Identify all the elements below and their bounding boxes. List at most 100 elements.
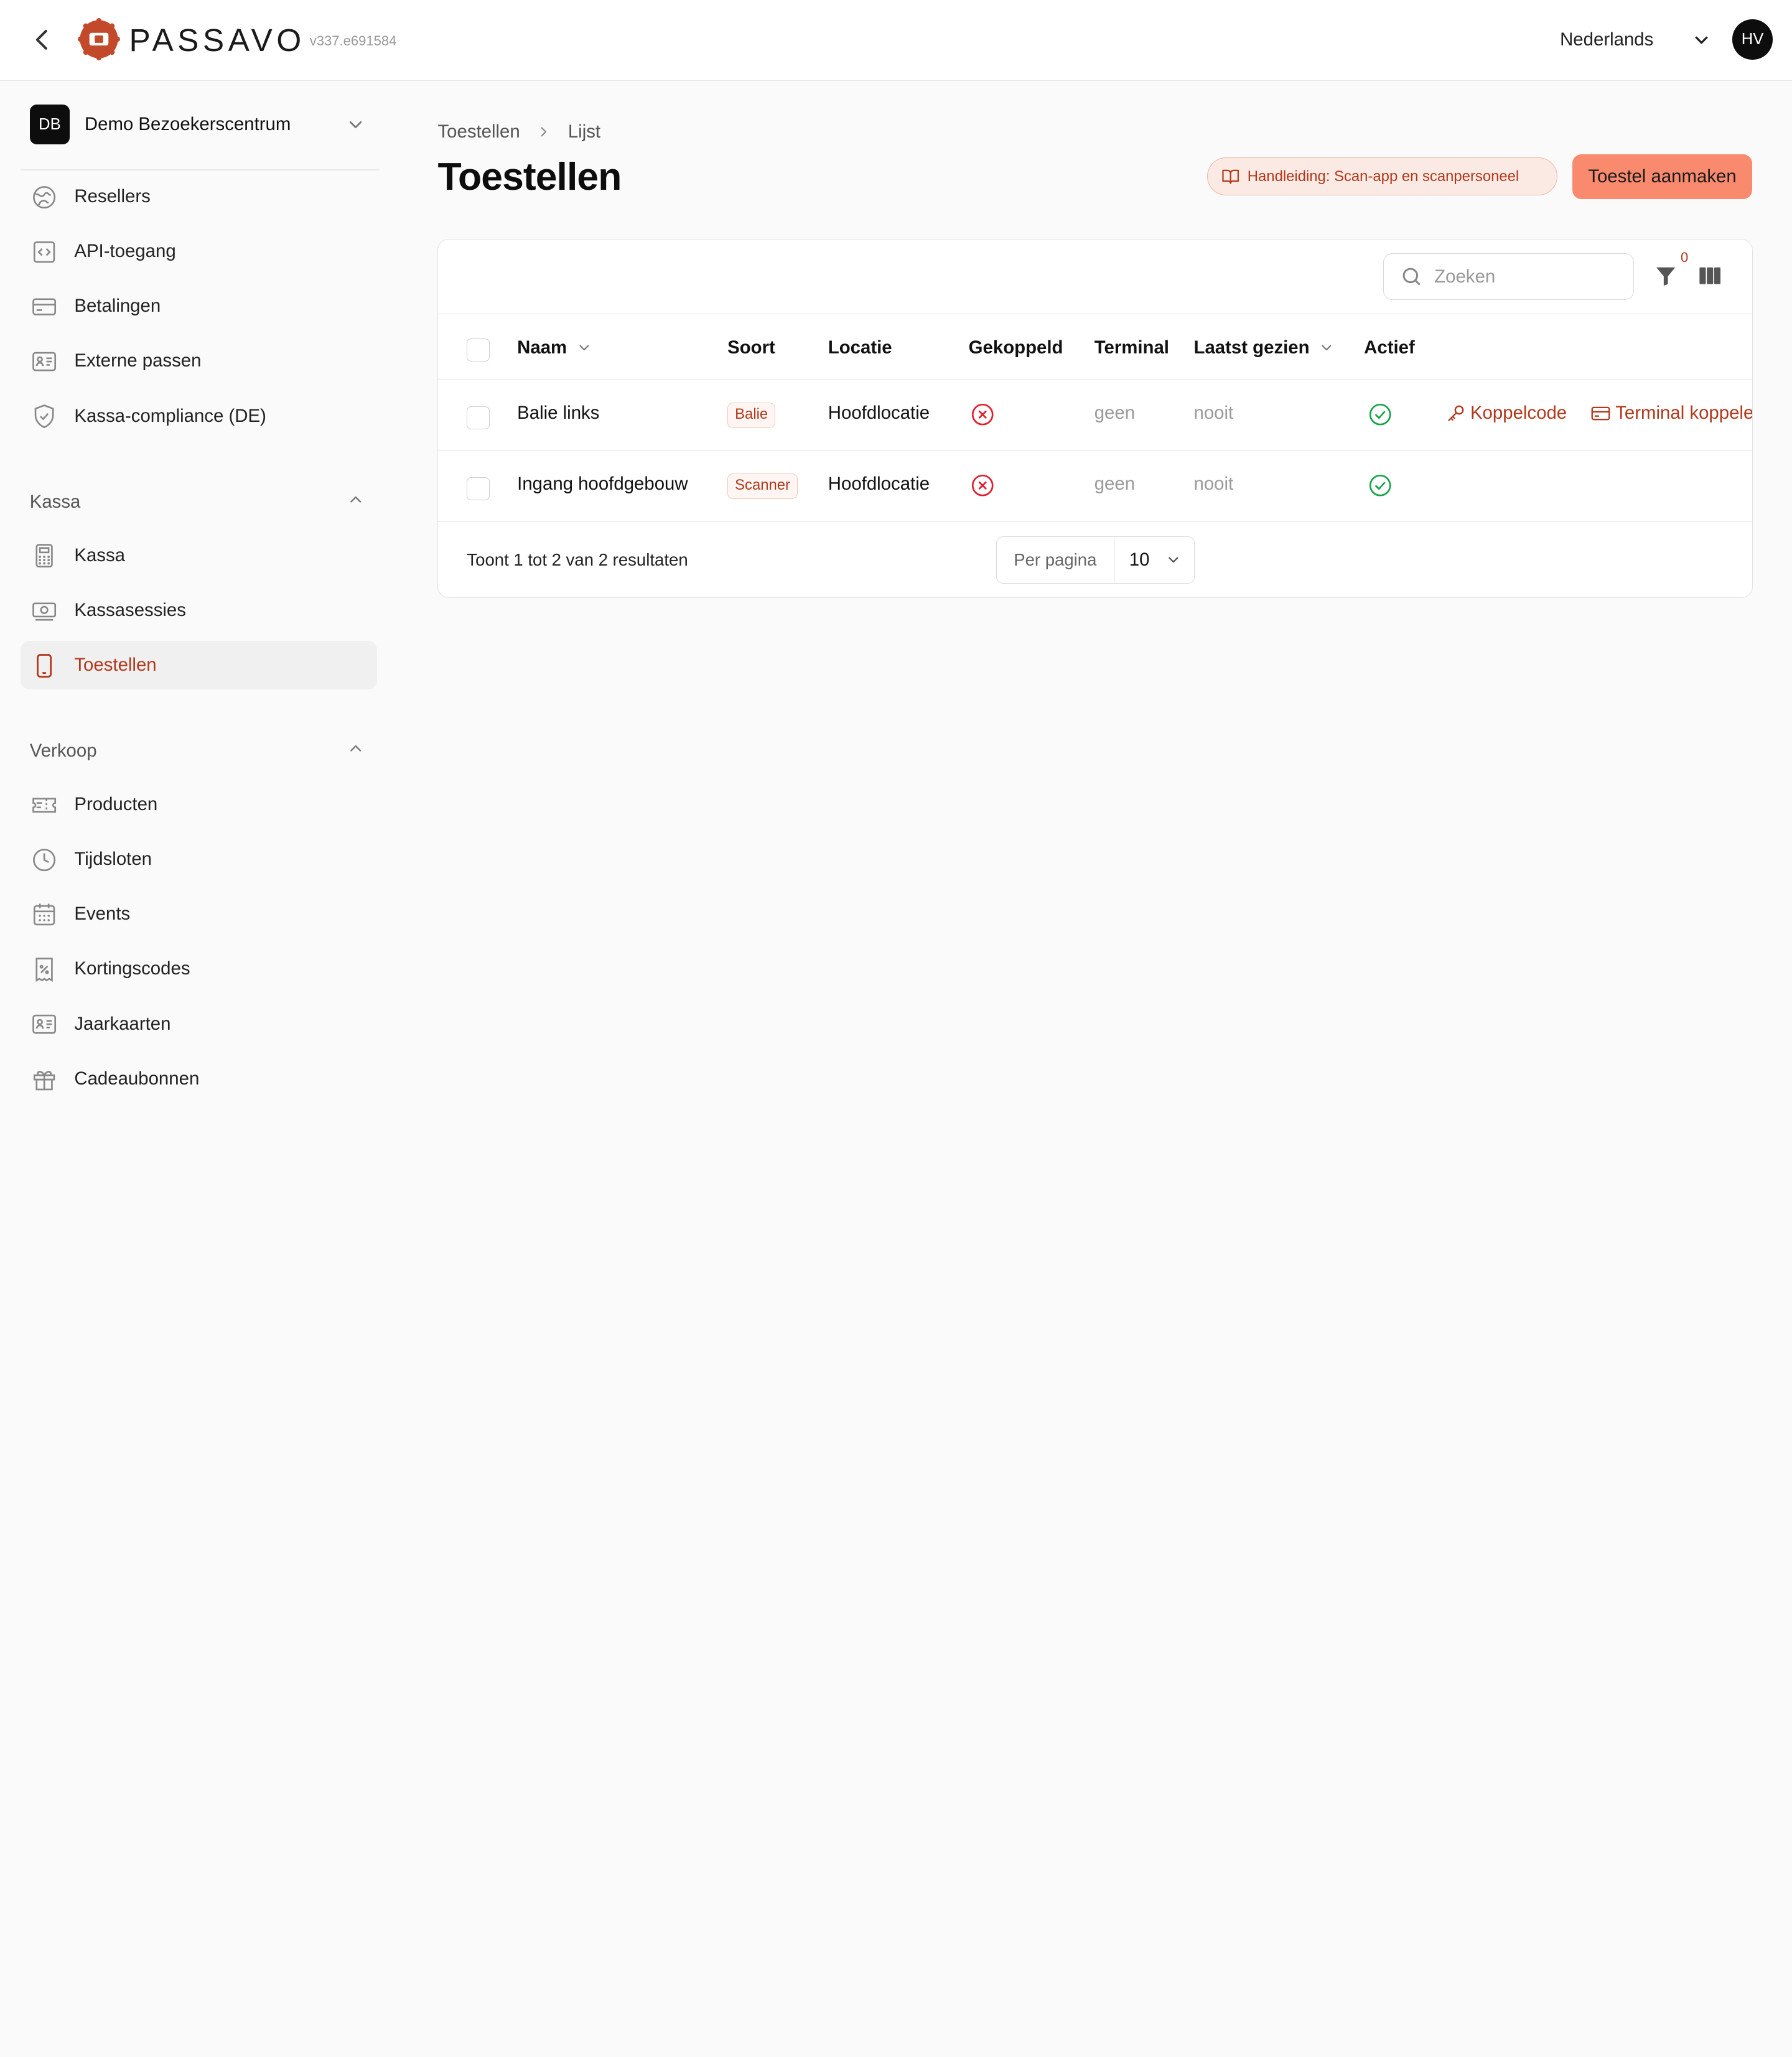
- terminal-koppelen-link[interactable]: Terminal koppelen: [1590, 403, 1752, 424]
- chevron-down-icon[interactable]: [1318, 340, 1335, 356]
- column-header-naam[interactable]: Naam: [517, 337, 592, 358]
- calculator-icon: [35, 544, 53, 568]
- column-label: Naam: [517, 337, 567, 358]
- devices-table-card: Zoeken 0 Naam Soort Locatie Gekoppeld Te…: [437, 238, 1753, 598]
- id-card-icon: [32, 1015, 56, 1034]
- sidebar-item-label: Kassa-compliance (DE): [74, 405, 266, 426]
- sidebar-item-label: Kassasessies: [74, 599, 186, 620]
- filter-count-badge: 0: [1680, 250, 1689, 266]
- koppelcode-link[interactable]: Koppelcode: [1445, 403, 1567, 424]
- cell-naam[interactable]: Ingang hoofdgebouw: [517, 473, 688, 495]
- per-page-value: 10: [1129, 549, 1150, 571]
- guide-link-button[interactable]: Handleiding: Scan-app en scanpersoneel: [1206, 157, 1558, 196]
- phone-icon: [36, 653, 52, 678]
- sidebar-item-label: Resellers: [74, 185, 151, 207]
- row-checkbox[interactable]: [467, 477, 490, 500]
- organization-switcher[interactable]: DB Demo Bezoekerscentrum: [29, 104, 380, 145]
- column-label: Soort: [727, 337, 775, 358]
- passavo-logo-icon[interactable]: [77, 18, 120, 61]
- breadcrumb: Toestellen Lijst: [437, 121, 600, 142]
- sidebar-item-label: Cadeaubonnen: [74, 1068, 200, 1089]
- sidebar: DB Demo Bezoekerscentrum Resellers API-t…: [0, 81, 400, 1120]
- sidebar-item-kassa-compliance[interactable]: Kassa-compliance (DE): [21, 392, 377, 440]
- sidebar-item-kassa[interactable]: Kassa: [21, 531, 377, 579]
- back-arrow-icon[interactable]: [27, 25, 57, 55]
- language-selector[interactable]: Nederlands: [1560, 27, 1653, 52]
- columns-icon[interactable]: [1697, 263, 1722, 288]
- gift-icon: [33, 1070, 55, 1090]
- table-row[interactable]: Balie links Balie Hoofdlocatie geen nooi…: [438, 380, 1753, 451]
- cell-naam[interactable]: Balie links: [517, 403, 599, 424]
- cell-locatie: Hoofdlocatie: [828, 473, 930, 495]
- search-input[interactable]: Zoeken: [1383, 253, 1634, 301]
- search-placeholder: Zoeken: [1434, 266, 1496, 287]
- per-page-dropdown[interactable]: 10: [1114, 537, 1194, 582]
- sidebar-item-kassasessies[interactable]: Kassasessies: [21, 586, 377, 634]
- sidebar-item-toestellen[interactable]: Toestellen: [21, 641, 378, 689]
- column-label: Gekoppeld: [968, 337, 1063, 358]
- top-header: PASSAVO v337.e691584 Nederlands HV: [0, 0, 1792, 82]
- clock-icon: [32, 849, 55, 872]
- sidebar-item-events[interactable]: Events: [21, 890, 377, 938]
- sidebar-item-api-toegang[interactable]: API-toegang: [21, 227, 377, 275]
- select-all-checkbox[interactable]: [467, 338, 490, 361]
- page-title: Toestellen: [437, 154, 622, 198]
- credit-card-icon: [1591, 406, 1610, 421]
- x-circle-icon: [971, 403, 994, 426]
- column-label: Terminal: [1094, 337, 1169, 358]
- type-badge: Scanner: [727, 473, 798, 499]
- per-page-select[interactable]: Per pagina 10: [996, 536, 1195, 584]
- guide-label: Handleiding: Scan-app en scanpersoneel: [1247, 167, 1519, 185]
- book-open-icon: [1221, 169, 1239, 184]
- sidebar-item-cadeaubonnen[interactable]: Cadeaubonnen: [21, 1055, 377, 1103]
- results-summary: Toont 1 tot 2 van 2 resultaten: [467, 550, 688, 570]
- cell-laatst-gezien: nooit: [1193, 403, 1234, 424]
- search-icon: [1402, 268, 1421, 286]
- section-title-verkoop[interactable]: Verkoop: [30, 740, 97, 762]
- create-device-button[interactable]: Toestel aanmaken: [1572, 154, 1752, 199]
- breadcrumb-link-toestellen[interactable]: Toestellen: [437, 121, 520, 142]
- column-label: Locatie: [828, 337, 892, 358]
- sidebar-item-externe-passen[interactable]: Externe passen: [21, 337, 377, 385]
- shield-check-icon: [34, 404, 54, 429]
- column-header-laatst-gezien[interactable]: Laatst gezien: [1194, 337, 1335, 358]
- chevron-right-icon: [541, 127, 547, 137]
- section-title-kassa[interactable]: Kassa: [30, 492, 81, 513]
- code-icon: [33, 241, 55, 263]
- breadcrumb-current: Lijst: [567, 121, 601, 142]
- sidebar-item-label: Betalingen: [74, 296, 161, 317]
- chevron-down-icon: [1169, 557, 1178, 563]
- type-badge: Balie: [727, 403, 776, 428]
- banknote-icon: [32, 602, 56, 621]
- sidebar-item-label: Kortingscodes: [74, 958, 190, 979]
- chevron-down-icon[interactable]: [576, 340, 592, 356]
- column-header-terminal: Terminal: [1094, 337, 1169, 358]
- id-card-icon: [32, 352, 56, 371]
- sidebar-item-label: Tijdsloten: [74, 849, 152, 870]
- cell-locatie: Hoofdlocatie: [828, 403, 930, 424]
- sidebar-item-label: API-toegang: [74, 241, 176, 262]
- column-header-soort: Soort: [727, 337, 775, 358]
- chevron-up-icon[interactable]: [347, 490, 365, 508]
- sidebar-item-resellers[interactable]: Resellers: [21, 172, 377, 220]
- check-circle-icon: [1369, 403, 1391, 426]
- percent-receipt-icon: [35, 958, 53, 982]
- sidebar-item-jaarkaarten[interactable]: Jaarkaarten: [21, 1000, 377, 1048]
- sidebar-item-betalingen[interactable]: Betalingen: [21, 282, 377, 330]
- divider: [21, 169, 380, 170]
- row-checkbox[interactable]: [467, 406, 490, 429]
- sidebar-item-producten[interactable]: Producten: [21, 780, 377, 828]
- column-label: Actief: [1364, 337, 1415, 358]
- user-avatar[interactable]: HV: [1732, 19, 1773, 60]
- sidebar-item-tijdsloten[interactable]: Tijdsloten: [21, 836, 377, 884]
- sidebar-item-kortingscodes[interactable]: Kortingscodes: [21, 945, 377, 993]
- chevron-up-icon[interactable]: [347, 739, 365, 757]
- key-icon: [1447, 405, 1463, 421]
- table-row[interactable]: Ingang hoofdgebouw Scanner Hoofdlocatie …: [438, 451, 1753, 522]
- chevron-down-icon[interactable]: [1691, 30, 1712, 50]
- org-name: Demo Bezoekerscentrum: [84, 114, 291, 135]
- brand-name[interactable]: PASSAVO: [129, 19, 306, 60]
- cell-terminal: geen: [1094, 473, 1136, 495]
- chevron-down-icon: [349, 121, 362, 128]
- filter-icon[interactable]: [1653, 263, 1678, 288]
